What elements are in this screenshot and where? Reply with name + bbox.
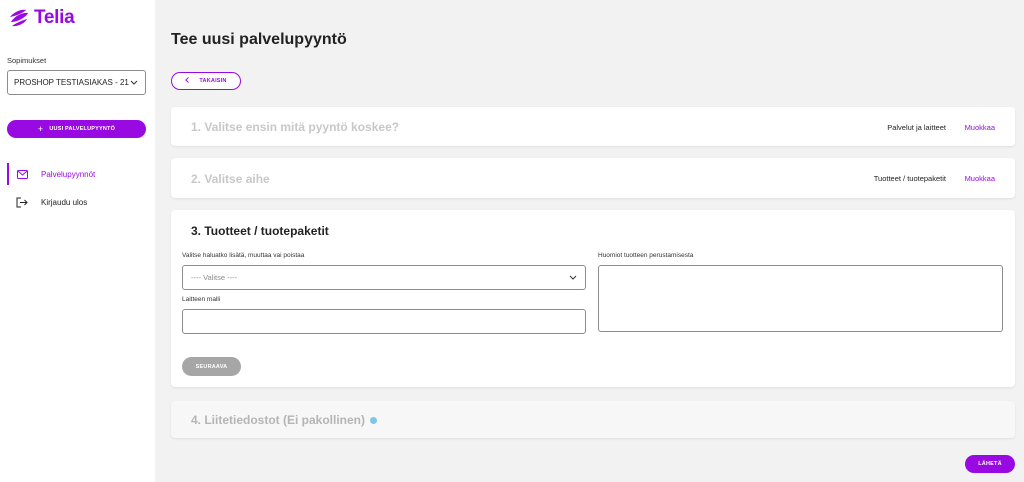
step-2-heading: 2. Valitse aihe — [191, 172, 270, 186]
sidebar-item-label: Kirjaudu ulos — [41, 197, 88, 207]
action-select[interactable]: ---- Valitse ---- — [182, 265, 586, 290]
next-button[interactable]: SEURAAVA — [182, 357, 241, 376]
step-2-value: Tuotteet / tuotepaketit — [873, 174, 946, 183]
step-3-card: 3. Tuotteet / tuotepaketit Valitse halua… — [171, 210, 1015, 387]
notes-label: Huomiot tuotteen perustamisesta — [598, 252, 694, 259]
sidebar-nav: Palvelupyynnöt Kirjaudu ulos — [7, 163, 155, 219]
notes-textarea[interactable] — [598, 265, 1003, 332]
chevron-down-icon — [129, 78, 139, 88]
contracts-label: Sopimukset — [7, 56, 47, 65]
telia-logo[interactable]: Telia — [8, 7, 75, 29]
step-3-heading: 3. Tuotteet / tuotepaketit — [191, 224, 329, 238]
step-4-card[interactable]: 4. Liitetiedostot (Ei pakollinen) — [171, 401, 1015, 438]
contract-select-value: PROSHOP TESTIASIAKAS - 211 — [14, 78, 129, 87]
new-request-button[interactable]: + UUSI PALVELUPYYNTÖ — [7, 120, 146, 138]
model-label: Laitteen malli — [182, 296, 221, 303]
step-1-card: 1. Valitse ensin mitä pyyntö koskee? Pal… — [171, 107, 1015, 146]
chevron-down-icon — [569, 273, 577, 282]
plus-icon: + — [37, 124, 44, 134]
sidebar-item-logout[interactable]: Kirjaudu ulos — [7, 191, 155, 213]
sidebar-item-label: Palvelupyynnöt — [41, 169, 96, 179]
contract-select[interactable]: PROSHOP TESTIASIAKAS - 211 — [7, 70, 146, 95]
step-1-heading: 1. Valitse ensin mitä pyyntö koskee? — [191, 120, 400, 134]
send-button[interactable]: LÄHETÄ — [965, 455, 1015, 473]
logout-icon — [16, 196, 28, 208]
telia-logo-icon — [10, 9, 28, 27]
model-input[interactable] — [182, 309, 586, 334]
step-4-heading-text: 4. Liitetiedostot (Ei pakollinen) — [191, 413, 366, 427]
step-1-edit-link[interactable]: Muokkaa — [965, 123, 995, 132]
brand-name: Telia — [34, 7, 75, 28]
step-1-value: Palvelut ja laitteet — [887, 123, 946, 132]
envelope-icon — [16, 168, 28, 180]
chevron-left-icon — [185, 77, 190, 85]
new-request-label: UUSI PALVELUPYYNTÖ — [49, 126, 116, 132]
action-label: Valitse haluatko lisätä, muuttaa vai poi… — [182, 252, 305, 259]
step-2-edit-link[interactable]: Muokkaa — [965, 174, 995, 183]
page-title: Tee uusi palvelupyyntö — [171, 31, 347, 48]
back-label: TAKAISIN — [199, 78, 227, 84]
sidebar-item-requests[interactable]: Palvelupyynnöt — [7, 163, 155, 185]
action-select-value: ---- Valitse ---- — [191, 273, 238, 282]
info-icon[interactable] — [370, 416, 378, 424]
step-4-heading: 4. Liitetiedostot (Ei pakollinen) — [191, 413, 378, 427]
sidebar: Telia Sopimukset PROSHOP TESTIASIAKAS - … — [0, 0, 155, 482]
back-button[interactable]: TAKAISIN — [171, 72, 241, 90]
step-2-card: 2. Valitse aihe Tuotteet / tuotepaketit … — [171, 158, 1015, 198]
